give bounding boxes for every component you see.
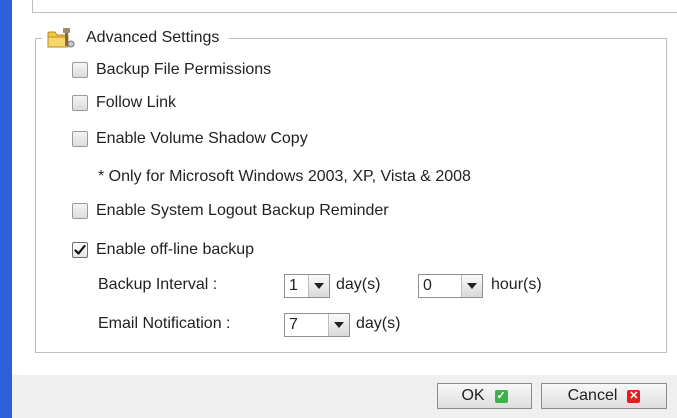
shadow-copy-note: * Only for Microsoft Windows 2003, XP, V… xyxy=(98,168,471,185)
email-notification-days-value: 7 xyxy=(289,316,298,333)
follow-link-label: Follow Link xyxy=(96,94,177,111)
option-backup-file-permissions[interactable]: Backup File Permissions xyxy=(72,59,271,81)
check-icon: ✓ xyxy=(494,389,508,403)
logout-backup-reminder-checkbox[interactable] xyxy=(72,203,88,219)
email-notification-days-select[interactable]: 7 xyxy=(284,313,350,337)
cancel-button-label: Cancel xyxy=(567,387,618,404)
option-follow-link[interactable]: Follow Link xyxy=(72,92,176,114)
email-notification-label: Email Notification : xyxy=(98,315,231,332)
backup-interval-label: Backup Interval : xyxy=(98,276,218,293)
chevron-down-icon xyxy=(328,314,349,336)
advanced-settings-legend: Advanced Settings xyxy=(42,25,230,51)
ok-button[interactable]: OK ✓ xyxy=(437,383,532,409)
chevron-down-icon xyxy=(308,275,329,297)
close-icon: ✕ xyxy=(627,389,641,403)
offline-backup-label: Enable off-line backup xyxy=(96,241,255,258)
backup-file-permissions-checkbox[interactable] xyxy=(72,62,88,78)
chevron-down-icon xyxy=(461,275,482,297)
option-offline-backup[interactable]: Enable off-line backup xyxy=(72,239,254,261)
offline-backup-checkbox[interactable] xyxy=(72,242,88,258)
backup-interval-hours-value: 0 xyxy=(423,277,432,294)
option-volume-shadow-copy[interactable]: Enable Volume Shadow Copy xyxy=(72,128,308,150)
logout-backup-reminder-label: Enable System Logout Backup Reminder xyxy=(96,202,389,219)
follow-link-checkbox[interactable] xyxy=(72,95,88,111)
backup-interval-days-value: 1 xyxy=(289,277,298,294)
volume-shadow-copy-checkbox[interactable] xyxy=(72,131,88,147)
advanced-settings-group xyxy=(35,38,667,353)
checkmark-icon xyxy=(74,244,86,255)
volume-shadow-copy-label: Enable Volume Shadow Copy xyxy=(96,130,308,147)
settings-panel: Advanced Settings Backup File Permission… xyxy=(12,0,677,375)
backup-interval-hours-select[interactable]: 0 xyxy=(418,274,483,298)
backup-file-permissions-label: Backup File Permissions xyxy=(96,61,272,78)
window-left-border xyxy=(0,0,12,418)
upper-section-box xyxy=(32,0,677,13)
email-notification-days-unit: day(s) xyxy=(356,315,401,332)
ok-button-label: OK xyxy=(461,387,485,404)
backup-interval-days-select[interactable]: 1 xyxy=(284,274,330,298)
dialog-footer: OK ✓ Cancel ✕ xyxy=(12,375,677,418)
advanced-settings-title: Advanced Settings xyxy=(86,29,220,46)
backup-interval-hours-unit: hour(s) xyxy=(491,276,542,293)
option-logout-backup-reminder[interactable]: Enable System Logout Backup Reminder xyxy=(72,200,389,222)
folder-settings-icon xyxy=(46,27,76,49)
backup-interval-days-unit: day(s) xyxy=(336,276,381,293)
cancel-button[interactable]: Cancel ✕ xyxy=(541,383,667,409)
